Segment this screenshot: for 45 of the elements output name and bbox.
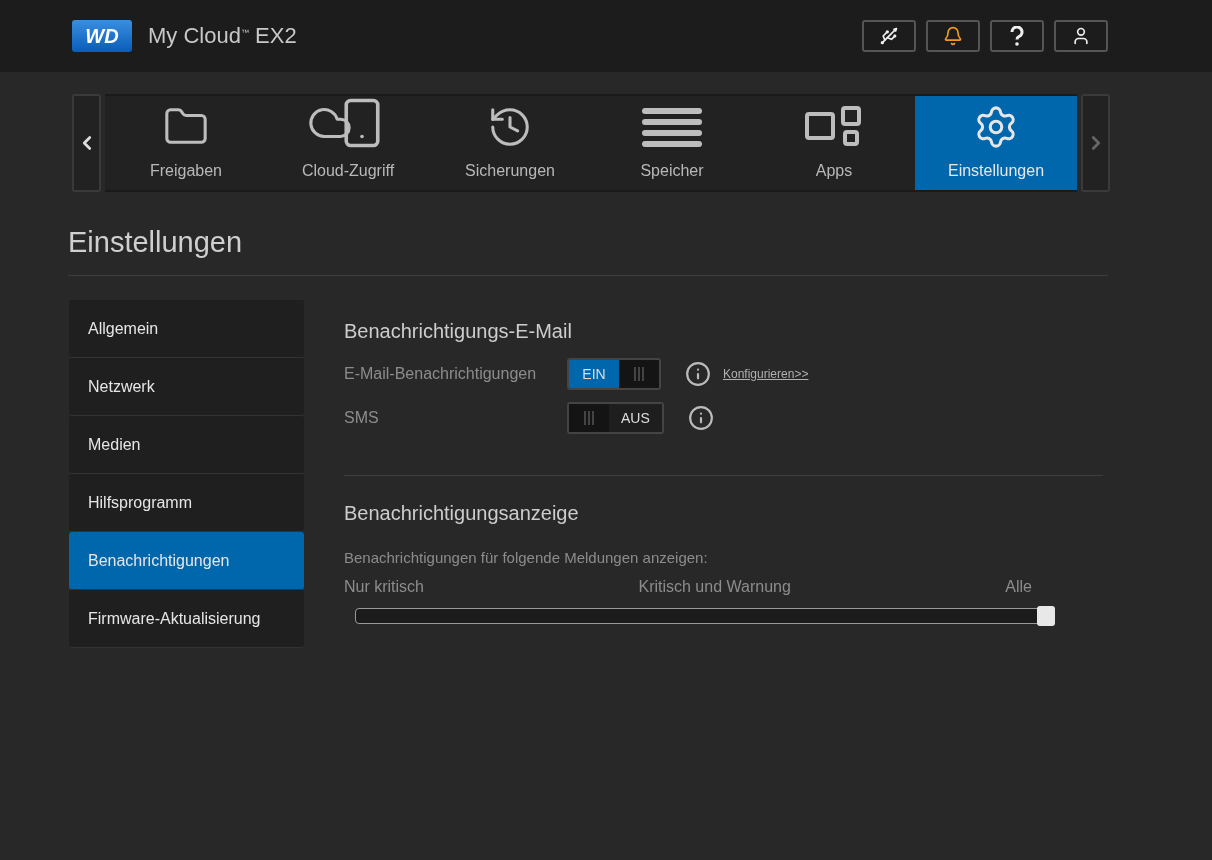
section-title: Benachrichtigungs-E-Mail: [344, 320, 573, 343]
help-icon: [1010, 26, 1024, 46]
notifications-button[interactable]: [926, 20, 980, 52]
info-icon[interactable]: [687, 405, 714, 431]
tab-label: Speicher: [640, 162, 704, 180]
scale-label: Kritisch und Warnung: [638, 578, 791, 596]
grip-icon: [633, 367, 645, 381]
sidebar-item[interactable]: Netzwerk: [69, 358, 304, 416]
brand-logo: WD: [72, 20, 132, 52]
scale-label: Nur kritisch: [344, 578, 424, 596]
nav-tab[interactable]: Apps: [753, 96, 915, 190]
nav-tab[interactable]: Speicher: [591, 96, 753, 190]
help-button[interactable]: [990, 20, 1044, 52]
user-button[interactable]: [1054, 20, 1108, 52]
setting-label: SMS: [344, 409, 380, 427]
sidebar-item[interactable]: Firmware-Aktualisierung: [69, 590, 304, 648]
slider-track[interactable]: [355, 606, 1055, 626]
sidebar-item[interactable]: Allgemein: [69, 300, 304, 358]
sidebar-item[interactable]: Benachrichtigungen: [69, 532, 304, 590]
toggle-switch[interactable]: AUS: [567, 402, 664, 434]
grip-icon: [583, 411, 595, 425]
configure-link[interactable]: Konfigurieren>>: [723, 367, 809, 381]
nav-tab[interactable]: Sicherungen: [429, 96, 591, 190]
section-description: Benachrichtigungen für folgende Meldungen anzeigen:: [344, 549, 709, 566]
tab-label: Freigaben: [149, 162, 222, 180]
product-name: My Cloud$^{™}$ EX2: [148, 23, 297, 49]
tab-label: Apps: [815, 162, 853, 180]
setting-label: E-Mail-Benachrichtigungen: [344, 365, 538, 383]
page-title: Einstellungen: [68, 226, 244, 259]
usb-icon: [879, 26, 899, 46]
nav-tab[interactable]: Freigaben: [105, 96, 267, 190]
toggle-switch[interactable]: EIN: [567, 358, 661, 390]
slider-thumb[interactable]: [1037, 606, 1055, 626]
user-icon: [1071, 26, 1091, 46]
tab-label: Cloud-Zugriff: [301, 162, 395, 180]
tab-label: Einstellungen: [947, 162, 1045, 180]
sidebar-item[interactable]: Medien: [69, 416, 304, 474]
nav-tab[interactable]: Cloud-Zugriff: [267, 96, 429, 190]
tab-label: Sicherungen: [465, 162, 555, 180]
scale-label: Alle: [1005, 578, 1032, 596]
nav-tab[interactable]: Einstellungen: [915, 96, 1077, 190]
usb-button[interactable]: [862, 20, 916, 52]
section-title: Benachrichtigungsanzeige: [344, 502, 580, 525]
sidebar-item[interactable]: Hilfsprogramm: [69, 474, 304, 532]
info-icon[interactable]: [685, 361, 711, 387]
